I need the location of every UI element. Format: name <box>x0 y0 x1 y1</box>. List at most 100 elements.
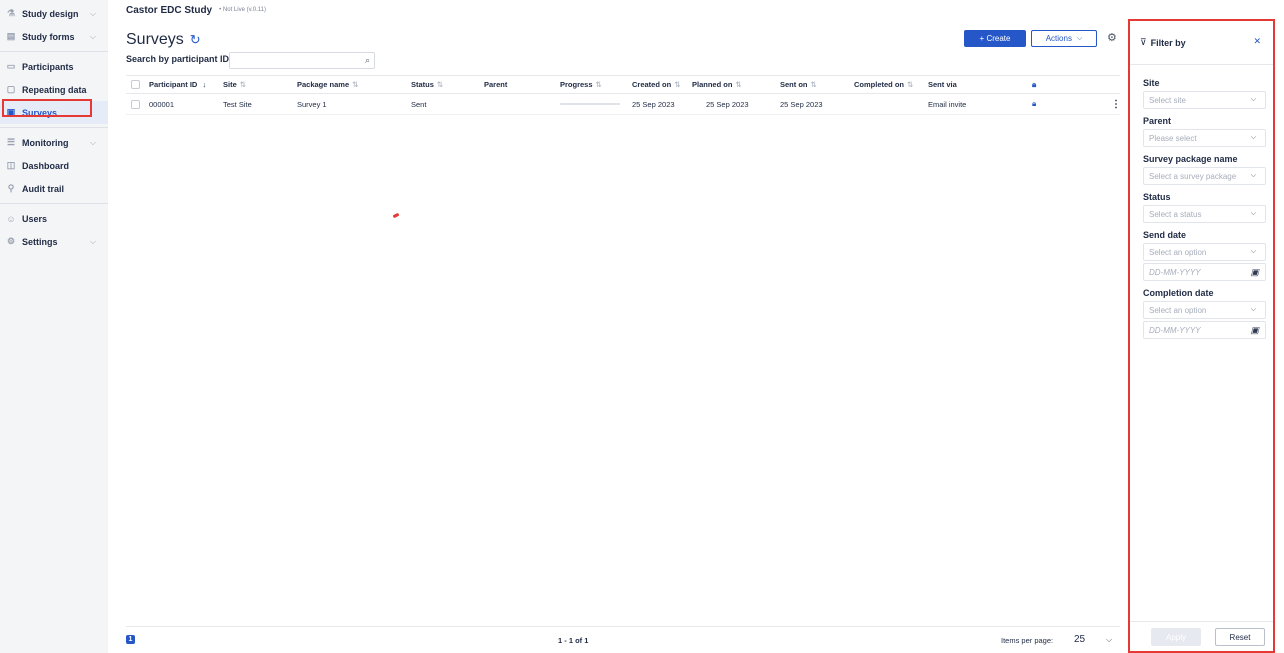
chevron-down-icon: ⌵ <box>89 31 96 41</box>
page-title: Surveys ↻ <box>126 31 201 49</box>
completion-date-option-placeholder: Select an option <box>1149 305 1207 315</box>
completion-date-input[interactable]: DD-MM-YYYY ▣ <box>1143 321 1266 339</box>
table-row[interactable]: 000001 Test Site Survey 1 Sent 25 Sep 20… <box>126 94 1121 115</box>
divider <box>0 203 108 204</box>
chevron-down-icon: ⌵ <box>89 137 96 147</box>
search-label: Search by participant ID <box>126 54 230 64</box>
main-content: Surveys ↻ Search by participant ID ⌕ + C… <box>108 20 1128 653</box>
sidebar-item-label: Users <box>22 213 48 224</box>
sidebar-item-repeating-data[interactable]: ▢ Repeating data <box>0 78 108 101</box>
audit-trail-icon: ⚲ <box>7 183 15 193</box>
table-header: Participant ID ↓ Site ⇅ Package name ⇅ Sta… <box>126 75 1120 94</box>
refresh-icon[interactable]: ↻ <box>190 32 201 48</box>
study-name: Castor EDC Study <box>126 4 213 16</box>
sidebar-item-label: Dashboard <box>22 160 70 171</box>
items-per-page-select[interactable]: 25 <box>1074 634 1085 645</box>
parent-label: Parent <box>1143 116 1172 126</box>
cell-site: Test Site <box>223 99 252 109</box>
settings-icon: ⚙ <box>6 236 16 246</box>
sidebar-item-participants[interactable]: ▭ Participants <box>0 55 108 78</box>
sidebar-item-label: Surveys <box>22 107 58 118</box>
column-planned-on[interactable]: Planned on ⇅ <box>692 80 742 89</box>
completion-date-option-select[interactable]: Select an option ⌵ <box>1143 301 1266 319</box>
actions-button[interactable]: Actions ⌵ <box>1031 30 1097 47</box>
sidebar-item-monitoring[interactable]: ☰ Monitoring ⌵ <box>0 131 108 154</box>
sidebar-item-surveys[interactable]: ▣ Surveys <box>0 101 108 124</box>
search-icon[interactable]: ⌕ <box>365 55 370 66</box>
chevron-down-icon: ⌵ <box>1250 306 1256 313</box>
annotation-mark <box>392 212 400 219</box>
create-button[interactable]: + Create <box>964 30 1026 47</box>
column-site[interactable]: Site ⇅ <box>223 80 246 89</box>
study-design-icon: ⚗ <box>6 8 16 18</box>
cell-status: Sent <box>411 99 427 109</box>
lock-icon: 🔒︎ <box>1032 99 1037 108</box>
divider <box>0 51 108 52</box>
status-select[interactable]: Select a status ⌵ <box>1143 205 1266 223</box>
filter-footer: Apply Reset <box>1130 621 1273 651</box>
sidebar-item-dashboard[interactable]: ◫ Dashboard <box>0 154 108 177</box>
sidebar-item-label: Monitoring <box>22 137 69 148</box>
progress-bar <box>560 103 620 105</box>
column-created-on[interactable]: Created on ⇅ <box>632 80 680 89</box>
more-options-icon[interactable]: ⋮ <box>1111 99 1121 110</box>
filter-body: Site Select site ⌵ Parent Please select … <box>1130 65 1273 339</box>
sidebar-item-label: Settings <box>22 236 58 247</box>
cell-participant-id[interactable]: 000001 <box>149 100 174 109</box>
pagination-range: 1 - 1 of 1 <box>558 636 589 645</box>
apply-button[interactable]: Apply <box>1151 628 1201 646</box>
status-placeholder: Select a status <box>1149 209 1202 219</box>
sidebar-item-study-design[interactable]: ⚗ Study design ⌵ <box>0 2 108 25</box>
survey-icon: ▣ <box>6 107 16 117</box>
filter-icon: ⊽ <box>1140 37 1147 47</box>
gear-icon[interactable]: ⚙ <box>1107 31 1117 44</box>
parent-placeholder: Please select <box>1149 133 1197 143</box>
cell-created-on: 25 Sep 2023 <box>632 99 675 109</box>
row-checkbox[interactable] <box>131 99 140 109</box>
close-icon[interactable]: ✕ <box>1253 36 1261 47</box>
filter-header: ⊽ Filter by ✕ <box>1130 21 1273 65</box>
completion-date-label: Completion date <box>1143 288 1214 298</box>
column-progress[interactable]: Progress ⇅ <box>560 80 602 89</box>
sidebar: ⚗ Study design ⌵ ▤ Study forms ⌵ ▭ Parti… <box>0 0 108 653</box>
column-participant-id[interactable]: Participant ID ↓ <box>149 80 206 89</box>
column-parent: Parent <box>484 80 508 89</box>
select-all-checkbox[interactable] <box>131 80 140 89</box>
calendar-icon[interactable]: ▣ <box>1250 267 1259 278</box>
chevron-down-icon: ⌵ <box>89 8 96 18</box>
pagination-bar: 1 1 - 1 of 1 Items per page: 25 ⌵ <box>126 626 1120 653</box>
reset-button[interactable]: Reset <box>1215 628 1265 646</box>
column-completed-on[interactable]: Completed on ⇅ <box>854 80 913 89</box>
search-field[interactable]: ⌕ <box>229 52 375 69</box>
send-date-option-placeholder: Select an option <box>1149 247 1207 257</box>
site-placeholder: Select site <box>1149 95 1186 105</box>
divider <box>0 127 108 128</box>
items-per-page-label: Items per page: <box>1001 636 1054 645</box>
page-number-button[interactable]: 1 <box>126 635 135 644</box>
package-select[interactable]: Select a survey package ⌵ <box>1143 167 1266 185</box>
send-date-input[interactable]: DD-MM-YYYY ▣ <box>1143 263 1266 281</box>
sidebar-item-users[interactable]: ☺ Users <box>0 207 108 230</box>
completion-date-placeholder: DD-MM-YYYY <box>1149 325 1201 335</box>
actions-label: Actions <box>1045 34 1072 43</box>
column-package-name[interactable]: Package name ⇅ <box>297 80 358 89</box>
sidebar-item-audit-trail[interactable]: ⚲ Audit trail <box>0 177 108 200</box>
calendar-icon[interactable]: ▣ <box>1250 325 1259 336</box>
site-select[interactable]: Select site ⌵ <box>1143 91 1266 109</box>
sidebar-item-study-forms[interactable]: ▤ Study forms ⌵ <box>0 25 108 48</box>
column-status[interactable]: Status ⇅ <box>411 80 443 89</box>
send-date-option-select[interactable]: Select an option ⌵ <box>1143 243 1266 261</box>
surveys-table: Participant ID ↓ Site ⇅ Package name ⇅ Sta… <box>126 75 1121 115</box>
live-status-badge: • Not Live (v.0.11) <box>219 7 267 13</box>
lock-icon: 🔒︎ <box>1032 79 1037 89</box>
sidebar-item-label: Participants <box>22 61 74 72</box>
parent-select[interactable]: Please select ⌵ <box>1143 129 1266 147</box>
sidebar-item-settings[interactable]: ⚙ Settings ⌵ <box>0 230 108 253</box>
search-input[interactable] <box>230 53 355 68</box>
package-label: Survey package name <box>1143 154 1238 164</box>
column-sent-on[interactable]: Sent on ⇅ <box>780 80 817 89</box>
cell-planned-on: 25 Sep 2023 <box>706 99 749 109</box>
chevron-down-icon: ⌵ <box>1250 134 1256 141</box>
send-date-placeholder: DD-MM-YYYY <box>1149 267 1201 277</box>
chevron-down-icon[interactable]: ⌵ <box>1106 635 1112 645</box>
